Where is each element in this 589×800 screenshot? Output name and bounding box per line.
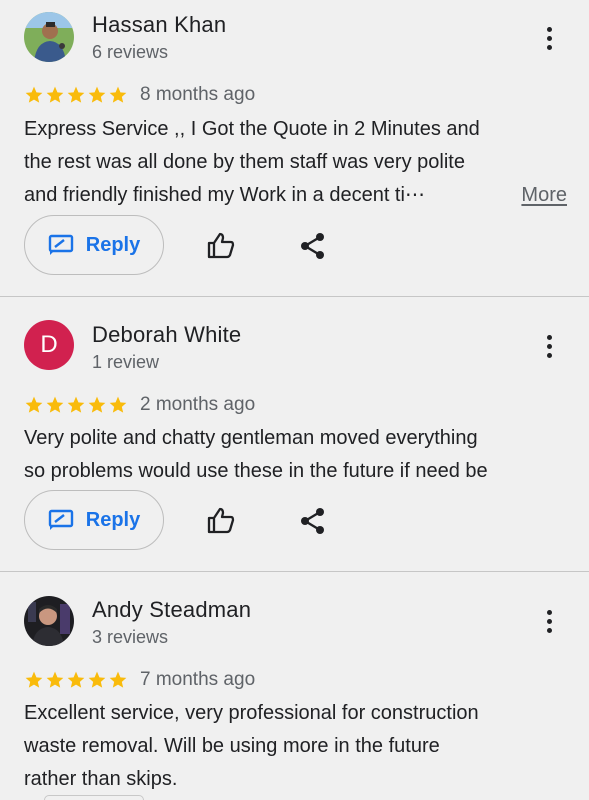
review-count: 6 reviews (92, 42, 169, 62)
review-text-line: waste removal. Will be using more in the… (24, 735, 440, 757)
reply-button[interactable]: Reply (24, 215, 164, 275)
reviewer-name[interactable]: Andy Steadman (92, 597, 251, 623)
star-icon (109, 671, 127, 688)
rating-row: 2 months ago (24, 394, 255, 416)
star-icon (67, 86, 85, 103)
share-icon (301, 508, 324, 534)
reply-icon (48, 234, 73, 255)
like-button[interactable] (204, 503, 238, 537)
share-button[interactable] (298, 231, 328, 261)
review-text-line: Express Service ,, I Got the Quote in 2 … (24, 118, 480, 140)
reply-label: Reply (85, 233, 141, 256)
review-text-line: Very polite and chatty gentleman moved e… (24, 427, 478, 449)
star-icon (67, 671, 85, 688)
star-rating (24, 85, 128, 105)
reply-button[interactable]: Reply (24, 490, 164, 550)
avatar[interactable] (24, 596, 74, 646)
star-icon (109, 86, 127, 103)
share-icon (301, 233, 324, 259)
star-icon (25, 86, 43, 103)
star-icon (25, 396, 43, 413)
star-icon (88, 671, 106, 688)
reply-label: Reply (85, 508, 141, 531)
review-text: Very polite and chatty gentleman moved e… (24, 422, 569, 488)
review-card: Andy Steadman 3 reviews 7 months ago Exc… (0, 572, 589, 800)
star-rating (24, 395, 128, 415)
review-text-line: so problems would use these in the futur… (24, 460, 488, 482)
star-icon (46, 671, 64, 688)
review-text-line: and friendly finished my Work in a decen… (24, 184, 425, 206)
share-button[interactable] (298, 506, 328, 536)
rating-row: 8 months ago (24, 84, 255, 106)
review-text: Express Service ,, I Got the Quote in 2 … (24, 113, 569, 212)
reviewer-name[interactable]: Deborah White (92, 322, 241, 348)
avatar[interactable]: D (24, 320, 74, 370)
review-card: Hassan Khan 6 reviews 8 months ago Expre… (0, 0, 589, 296)
more-options-icon[interactable] (536, 603, 562, 639)
star-icon (88, 86, 106, 103)
more-options-icon[interactable] (536, 20, 562, 56)
like-button[interactable] (204, 228, 238, 262)
star-icon (88, 396, 106, 413)
rating-row: 7 months ago (24, 669, 255, 691)
star-icon (46, 86, 64, 103)
review-text-line: Excellent service, very professional for… (24, 702, 479, 724)
thumb-up-icon (207, 507, 235, 534)
review-text-line: rather than skips. (24, 768, 178, 790)
reply-icon (48, 509, 73, 530)
review-count: 3 reviews (92, 627, 169, 647)
review-text: Excellent service, very professional for… (24, 697, 569, 796)
star-icon (109, 396, 127, 413)
thumb-up-icon (207, 232, 235, 259)
avatar[interactable] (24, 12, 74, 62)
review-text-line: the rest was all done by them staff was … (24, 151, 465, 173)
star-icon (46, 396, 64, 413)
review-date: 7 months ago (140, 669, 256, 690)
star-rating (24, 670, 128, 690)
star-icon (67, 396, 85, 413)
review-date: 2 months ago (140, 394, 256, 415)
reviewer-name[interactable]: Hassan Khan (92, 12, 226, 38)
more-options-icon[interactable] (536, 328, 562, 364)
more-link[interactable]: More (521, 184, 567, 207)
review-card: D Deborah White 1 review 2 months ago Ve… (0, 297, 589, 571)
review-count: 1 review (92, 352, 160, 372)
reply-button[interactable] (44, 795, 144, 800)
review-date: 8 months ago (140, 84, 256, 105)
star-icon (25, 671, 43, 688)
